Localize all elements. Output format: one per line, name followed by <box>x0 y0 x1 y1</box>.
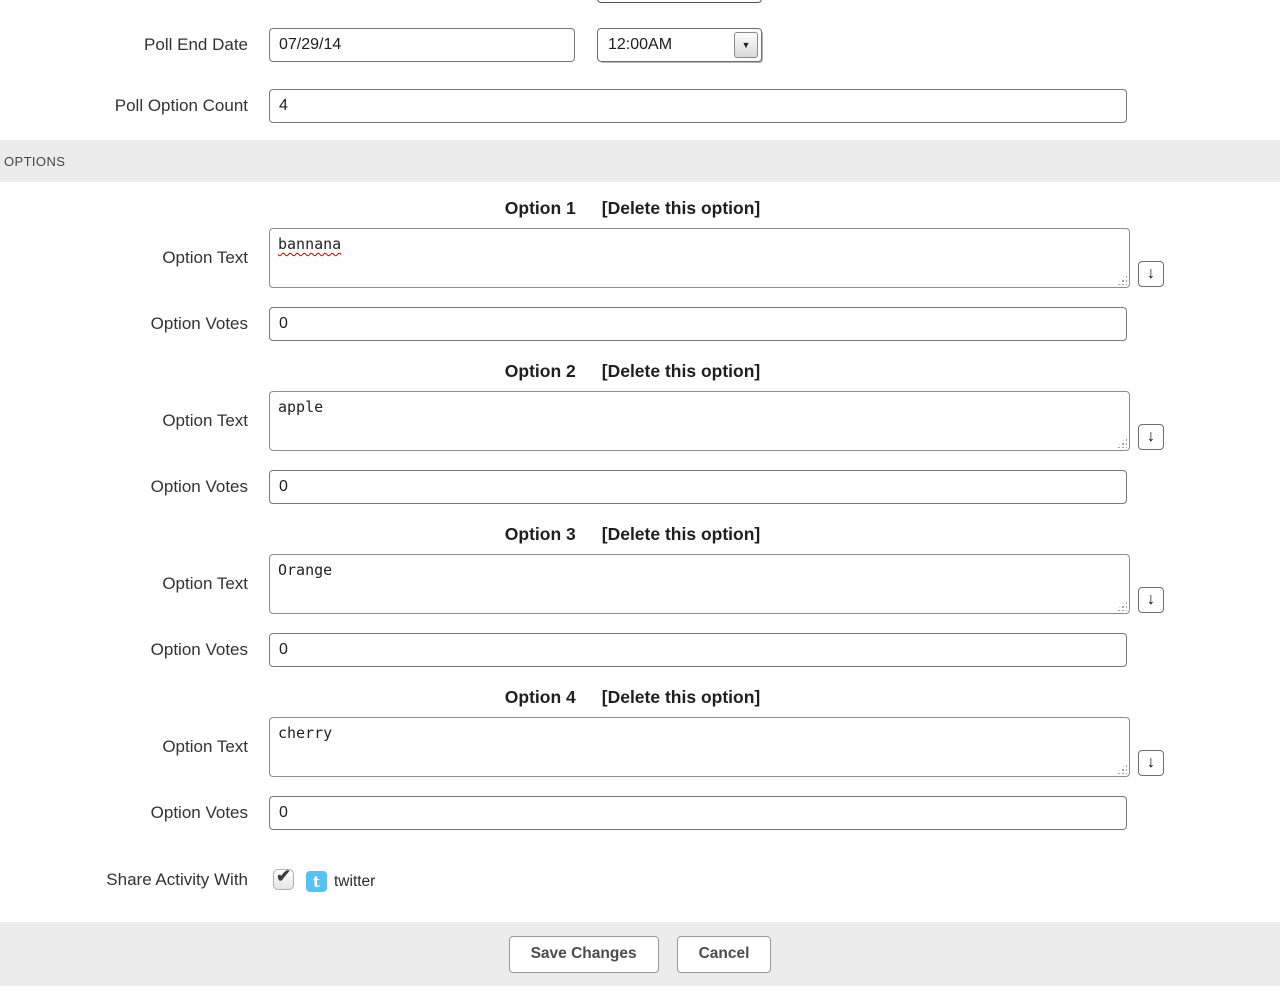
option-text-value: Orange <box>278 561 332 579</box>
options-section-title: OPTIONS <box>0 154 65 169</box>
option-votes-input[interactable] <box>269 470 1127 504</box>
delete-option-link[interactable]: [Delete this option] <box>602 361 760 382</box>
option-text-textarea[interactable]: apple <box>269 391 1130 451</box>
poll-option-count-input[interactable] <box>269 89 1127 123</box>
twitter-label: twitter <box>334 871 375 892</box>
option-text-textarea[interactable]: bannana <box>269 228 1130 288</box>
move-option-down-button[interactable]: ↓ <box>1138 424 1164 450</box>
option-title: Option 2 <box>505 361 576 382</box>
option-text-value: bannana <box>278 235 341 253</box>
option-text-textarea[interactable]: cherry <box>269 717 1130 777</box>
delete-option-link[interactable]: [Delete this option] <box>602 687 760 708</box>
option-text-label: Option Text <box>0 228 248 288</box>
poll-end-time-value: 12:00AM <box>598 36 734 54</box>
poll-end-time-select[interactable]: 12:00AM ▼ <box>597 28 762 62</box>
option-text-textarea[interactable]: Orange <box>269 554 1130 614</box>
option-text-label: Option Text <box>0 554 248 614</box>
option-text-label: Option Text <box>0 391 248 451</box>
poll-edit-form: Poll End Date 12:00AM ▼ Poll Option Coun… <box>0 0 1280 1002</box>
option-votes-label: Option Votes <box>0 470 248 504</box>
move-option-down-button[interactable]: ↓ <box>1138 587 1164 613</box>
delete-option-link[interactable]: [Delete this option] <box>602 198 760 219</box>
save-changes-button[interactable]: Save Changes <box>509 936 659 973</box>
footer-bar: Save Changes Cancel <box>0 922 1280 986</box>
resize-grip[interactable] <box>1116 274 1127 285</box>
move-option-down-button[interactable]: ↓ <box>1138 261 1164 287</box>
delete-option-link[interactable]: [Delete this option] <box>602 524 760 545</box>
share-activity-label: Share Activity With <box>0 863 248 897</box>
checkmark-icon: ✔ <box>276 866 291 887</box>
option-votes-input[interactable] <box>269 633 1127 667</box>
options-section-bar: OPTIONS <box>0 140 1280 182</box>
chevron-down-icon[interactable]: ▼ <box>734 32 758 58</box>
option-text-value: apple <box>278 398 323 416</box>
share-twitter-checkbox[interactable]: ✔ <box>273 869 294 890</box>
resize-grip[interactable] <box>1116 600 1127 611</box>
resize-grip[interactable] <box>1116 763 1127 774</box>
poll-end-date-input[interactable] <box>269 28 575 62</box>
option-title: Option 1 <box>505 198 576 219</box>
option-votes-label: Option Votes <box>0 796 248 830</box>
option-title: Option 4 <box>505 687 576 708</box>
option-votes-input[interactable] <box>269 307 1127 341</box>
option-votes-input[interactable] <box>269 796 1127 830</box>
option-title: Option 3 <box>505 524 576 545</box>
poll-end-date-label: Poll End Date <box>0 28 248 62</box>
option-votes-label: Option Votes <box>0 633 248 667</box>
option-text-label: Option Text <box>0 717 248 777</box>
twitter-icon: t <box>306 871 327 892</box>
truncated-field-above[interactable] <box>597 0 762 3</box>
poll-option-count-label: Poll Option Count <box>0 89 248 123</box>
move-option-down-button[interactable]: ↓ <box>1138 750 1164 776</box>
option-votes-label: Option Votes <box>0 307 248 341</box>
resize-grip[interactable] <box>1116 437 1127 448</box>
option-text-value: cherry <box>278 724 332 742</box>
cancel-button[interactable]: Cancel <box>677 936 772 973</box>
